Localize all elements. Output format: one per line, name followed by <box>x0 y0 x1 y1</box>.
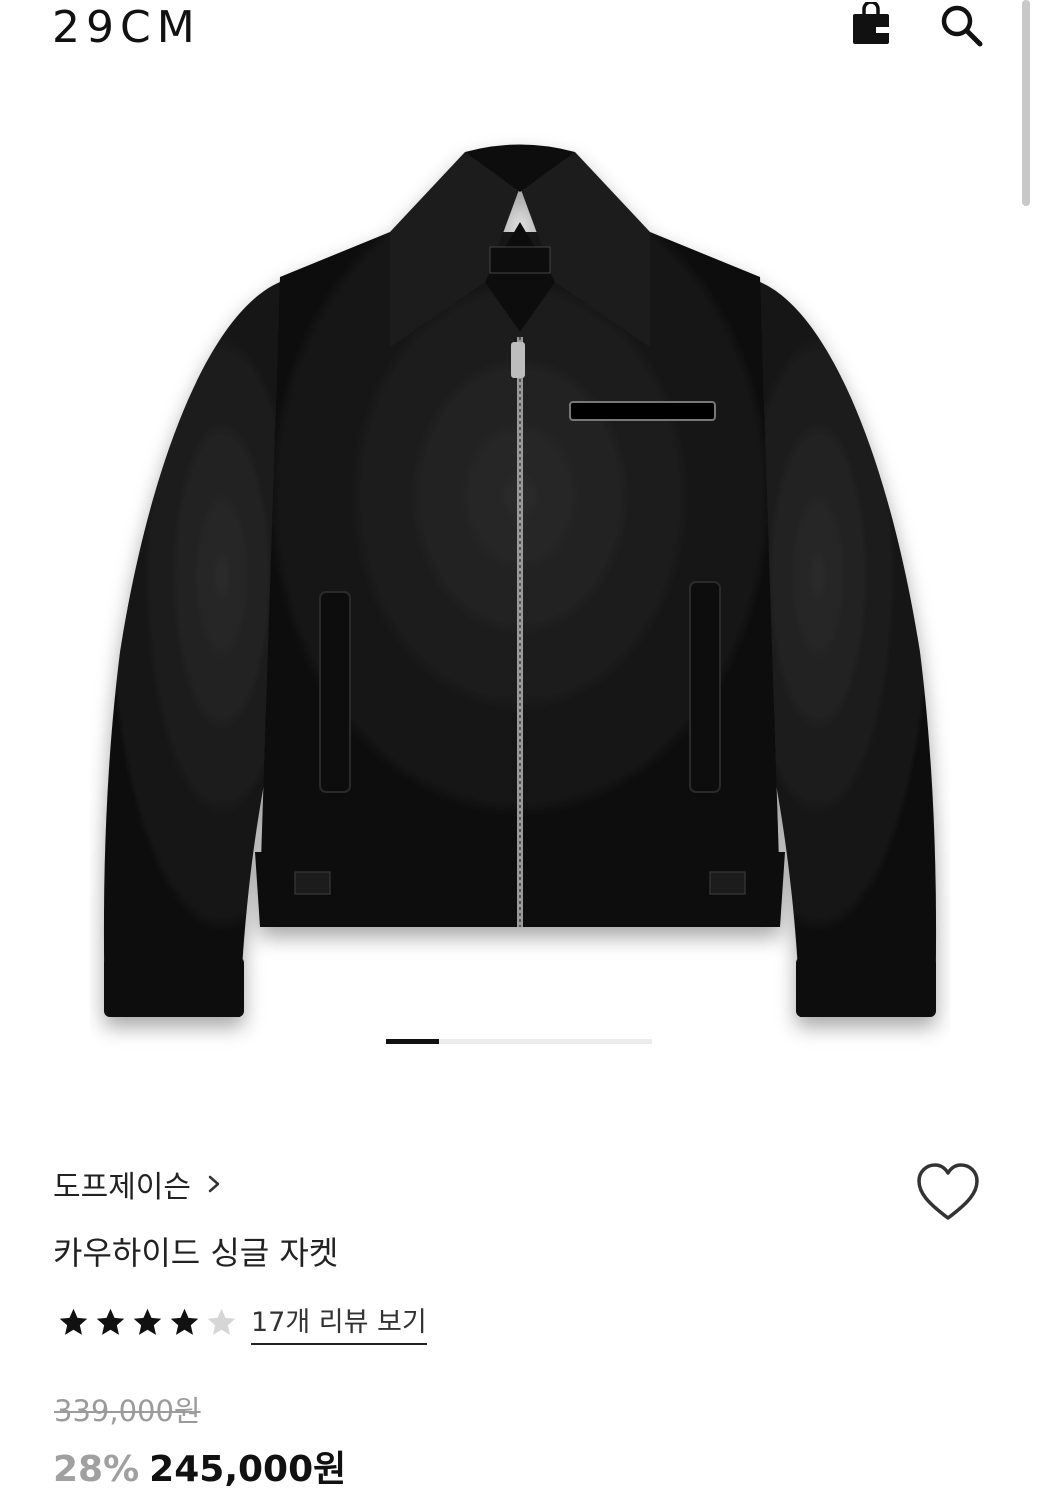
star-empty-icon <box>207 1308 236 1335</box>
sale-price: 245,000원 <box>149 1449 347 1490</box>
star-filled-icon <box>59 1308 88 1335</box>
product-name: 카우하이드 싱글 자켓 <box>53 1234 339 1272</box>
heart-icon[interactable] <box>914 1160 982 1224</box>
brand-link[interactable]: 도프제이슨 <box>53 1164 221 1205</box>
gallery-pager-active-segment <box>386 1039 440 1044</box>
gallery-pager[interactable] <box>386 1039 652 1044</box>
original-price: 339,000원 <box>54 1394 201 1428</box>
product-image[interactable] <box>90 132 950 1052</box>
star-filled-icon <box>170 1308 199 1335</box>
discount-rate: 28% <box>53 1449 140 1490</box>
price-row: 28% 245,000원 <box>53 1440 346 1492</box>
star-rating <box>56 1306 239 1339</box>
page-scrollbar[interactable] <box>1022 0 1030 206</box>
top-header: 29CM <box>0 0 1039 60</box>
review-link[interactable]: 17개 리뷰 보기 <box>251 1300 427 1345</box>
shopping-bag-icon[interactable] <box>850 2 892 46</box>
site-logo[interactable]: 29CM <box>52 2 201 53</box>
search-icon[interactable] <box>938 2 984 48</box>
brand-name: 도프제이슨 <box>53 1170 191 1205</box>
star-filled-icon <box>133 1308 162 1335</box>
rating-row: 17개 리뷰 보기 <box>56 1300 427 1345</box>
star-filled-icon <box>96 1308 125 1335</box>
chevron-right-icon <box>208 1175 220 1193</box>
